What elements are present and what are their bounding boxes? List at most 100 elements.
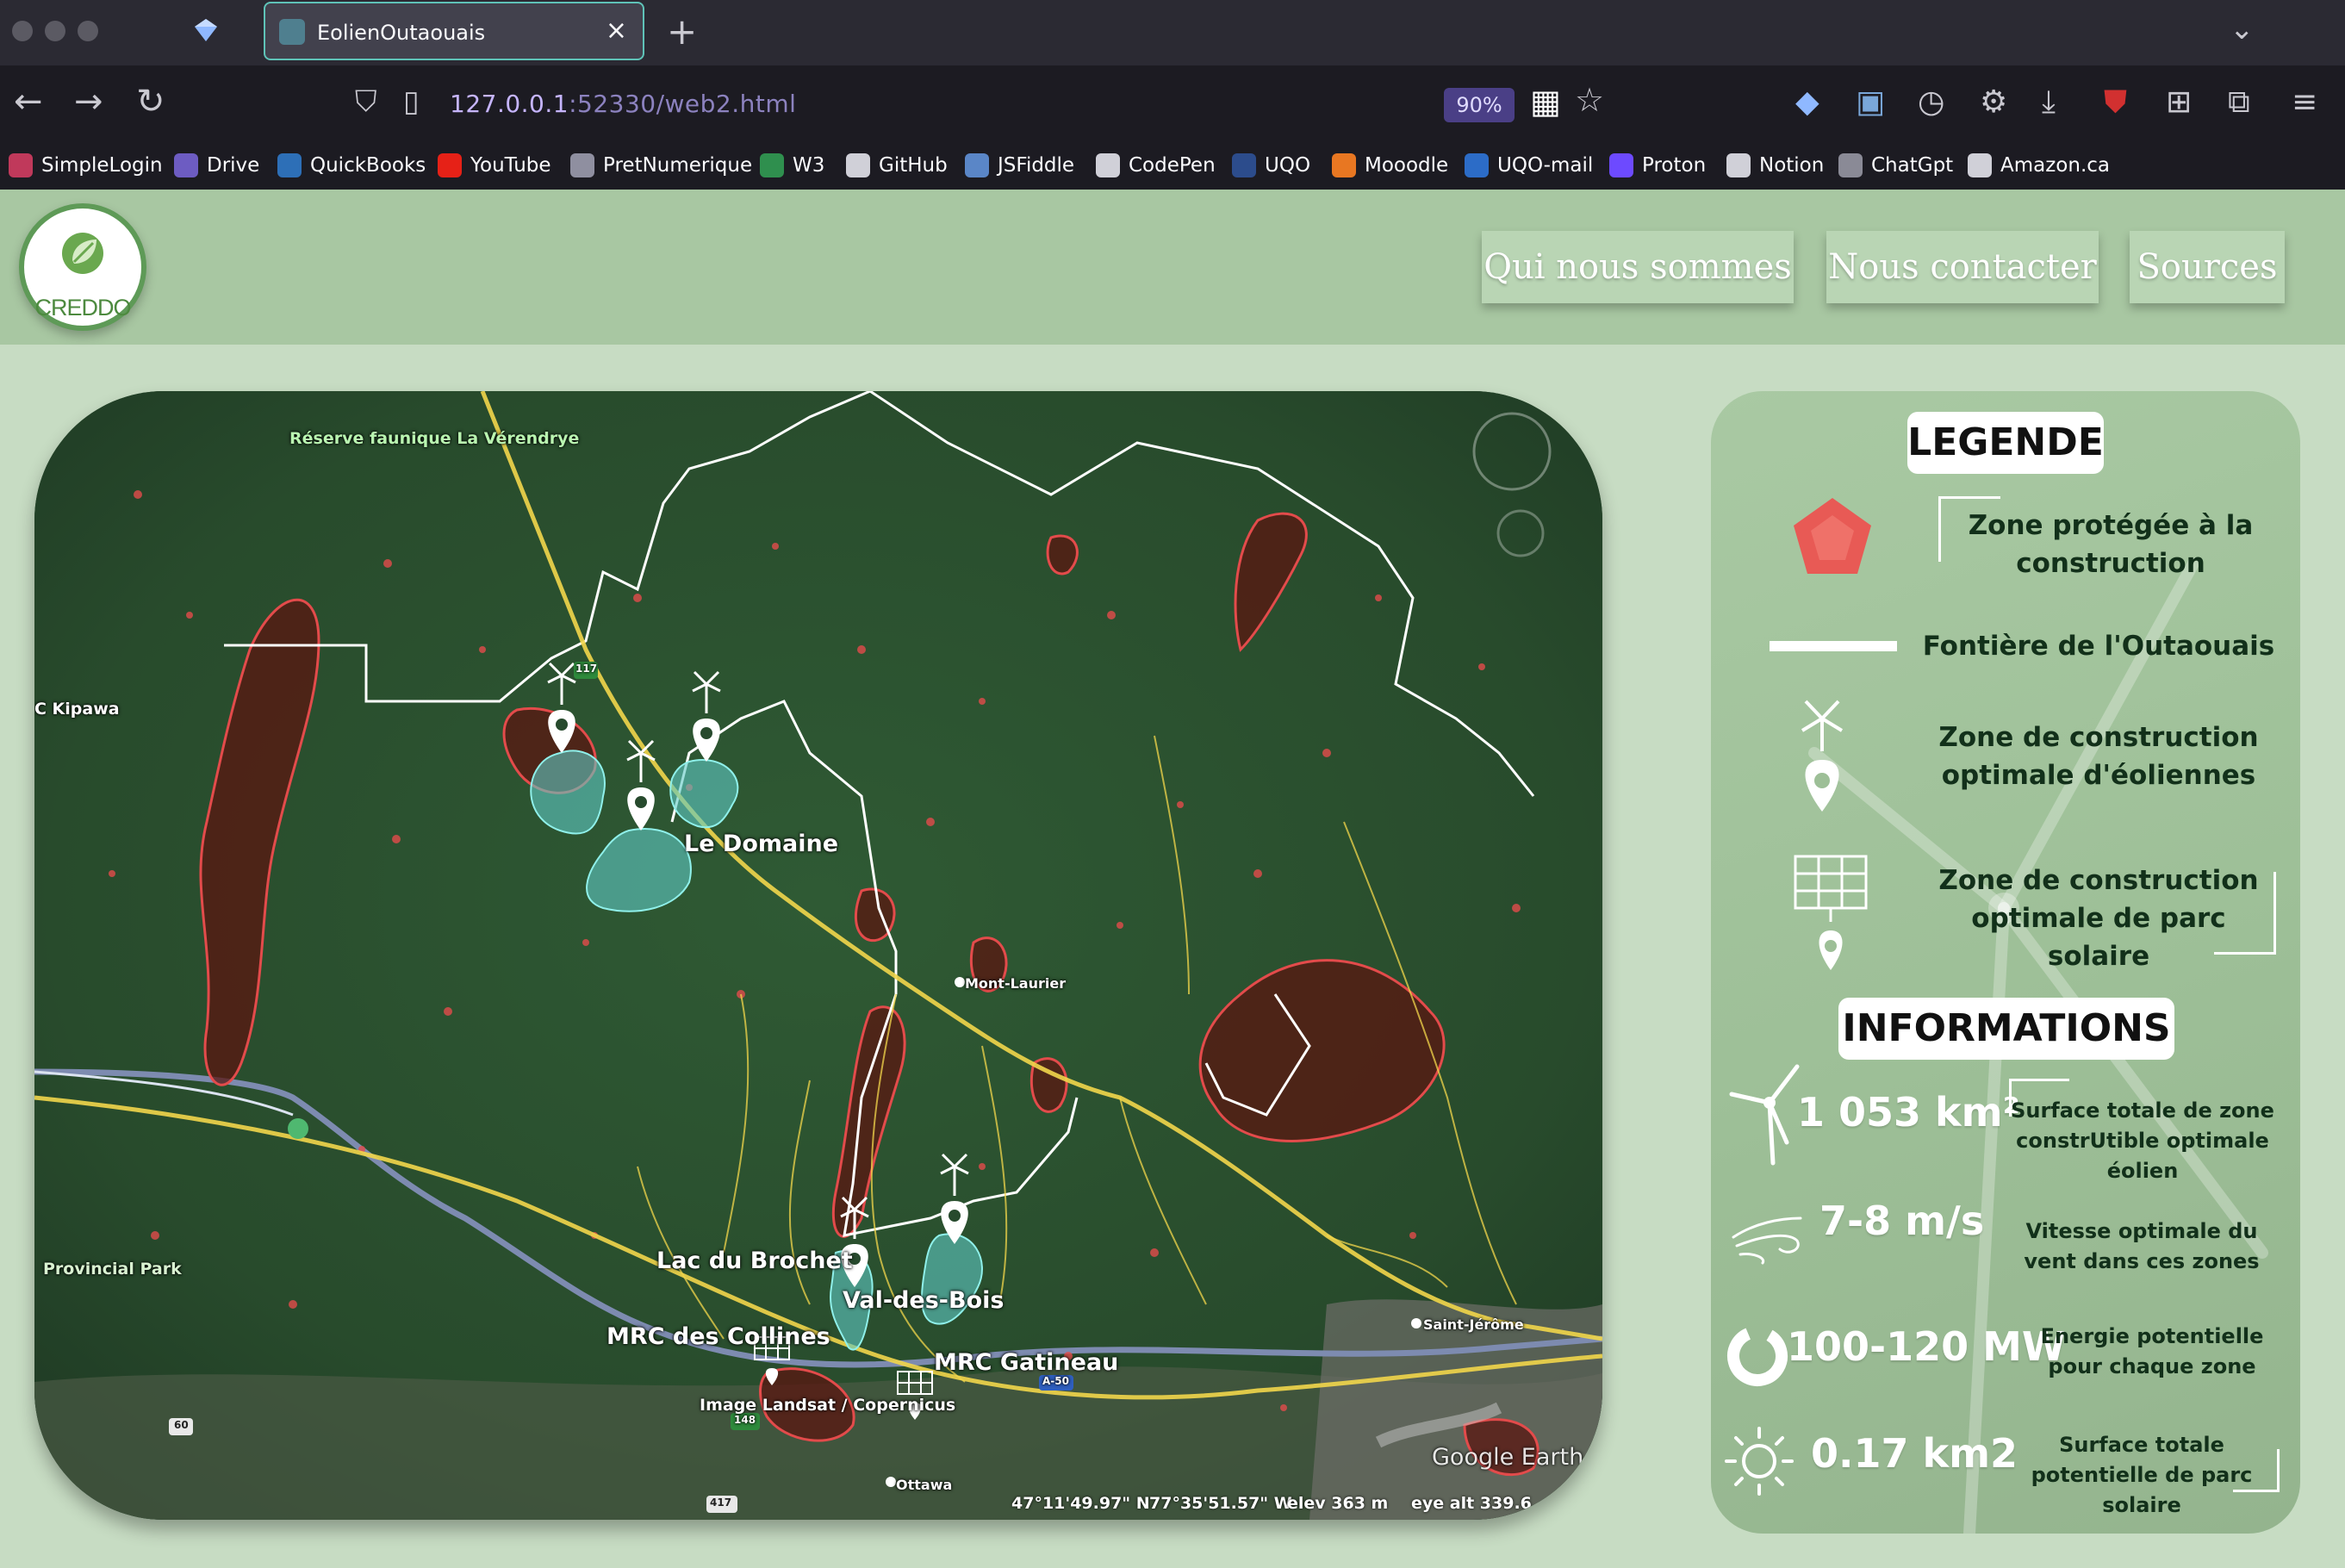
browser-tab-bar: EolienOutaouais × + ⌄: [0, 0, 2345, 65]
bookmark-drive[interactable]: Drive: [174, 150, 259, 181]
bookmark-uqo-mail[interactable]: UQO-mail: [1465, 150, 1593, 181]
bookmark-youtube[interactable]: YouTube: [438, 150, 551, 181]
github-icon: [846, 153, 870, 177]
tab-eolienoutaouais[interactable]: EolienOutaouais ×: [264, 2, 644, 60]
history-clock-icon[interactable]: ◷: [1918, 84, 1944, 120]
bookmark-label: QuickBooks: [310, 154, 426, 177]
label-ottawa: Ottawa: [896, 1477, 953, 1493]
solar-panel-pin-icon: [1794, 855, 1868, 970]
bracket-decoration: [2214, 872, 2276, 955]
w3-icon: [760, 153, 784, 177]
bookmark-label: SimpleLogin: [41, 154, 163, 177]
url-host: 127.0.0.1: [450, 90, 569, 118]
bookmark-github[interactable]: GitHub: [846, 150, 948, 181]
bookmark-notion[interactable]: Notion: [1726, 150, 1824, 181]
amazon-icon: [1968, 153, 1992, 177]
youtube-icon: [438, 153, 462, 177]
sun-icon: [1725, 1427, 1794, 1496]
info-desc-power: Energie potentielle pour chaque zone: [2040, 1324, 2264, 1378]
satellite-map[interactable]: Réserve faunique La Vérendrye C Kipawa P…: [34, 391, 1602, 1520]
canada-park-icon: [288, 1118, 308, 1139]
bookmark-quickbooks[interactable]: QuickBooks: [277, 150, 426, 181]
label-mrc-des-collines: MRC des Collines: [606, 1323, 830, 1350]
bookmark-star-icon[interactable]: ☆: [1575, 81, 1604, 119]
coord-latitude: 47°11'49.97" N: [1011, 1494, 1150, 1513]
reload-icon[interactable]: ↻: [136, 83, 165, 121]
window-zoom-dot[interactable]: [78, 21, 98, 41]
extensions-grid-icon[interactable]: ⊞: [2166, 84, 2192, 120]
bookmarks-bar: SimpleLogin Drive QuickBooks YouTube Pre…: [0, 141, 2345, 190]
bookmark-mooodle[interactable]: Mooodle: [1332, 150, 1448, 181]
tab-title: EolienOutaouais: [317, 21, 486, 45]
address-bar[interactable]: ⛉ ▯ 127.0.0.1:52330/web2.html 90% ▦ ☆: [343, 74, 1616, 133]
tracking-shield-icon[interactable]: ⛉: [355, 84, 377, 119]
qr-code-icon[interactable]: ▦: [1530, 83, 1561, 121]
bookmark-w3[interactable]: W3: [760, 150, 824, 181]
bookmark-jsfiddle[interactable]: JSFiddle: [965, 150, 1074, 181]
wind-turbine-pin-icon: [1801, 700, 1844, 812]
window-minimize-dot[interactable]: [45, 21, 65, 41]
bookmark-label: UQO-mail: [1497, 154, 1594, 177]
simplelogin-icon: [9, 153, 33, 177]
gem-extension-icon[interactable]: ◆: [1795, 84, 1819, 120]
saint-jerome-dot: [1411, 1318, 1421, 1328]
bookmark-label: GitHub: [879, 154, 948, 177]
bookmark-label: YouTube: [470, 154, 551, 177]
bookmark-amazon[interactable]: Amazon.ca: [1968, 150, 2110, 181]
bookmark-pretnumerique[interactable]: PretNumerique: [570, 150, 752, 181]
forward-arrow-icon[interactable]: →: [74, 83, 103, 121]
ottawa-dot: [886, 1477, 896, 1487]
label-lac-du-brochet: Lac du Brochet: [656, 1248, 853, 1274]
bookmark-label: Amazon.ca: [2000, 154, 2111, 177]
ublock-icon[interactable]: ⛊: [2104, 84, 2127, 121]
label-kipawa: C Kipawa: [34, 700, 120, 719]
back-arrow-icon[interactable]: ←: [14, 83, 43, 121]
bookmark-label: JSFiddle: [998, 154, 1075, 177]
info-value-solar-surface: 0.17 km2: [1811, 1430, 2018, 1477]
pinned-tab-gem-icon[interactable]: [191, 16, 221, 45]
download-icon[interactable]: ⤓: [2042, 84, 2056, 121]
url-path: :52330/web2.html: [569, 90, 797, 118]
uqo-icon: [1232, 153, 1256, 177]
info-value-wind-speed: 7-8 m/s: [1819, 1198, 1985, 1244]
map-attribution: Image Landsat / Copernicus: [700, 1396, 956, 1415]
legend-panel: LEGENDE Zone protégée à la construction …: [1711, 391, 2300, 1534]
bookmark-simplelogin[interactable]: SimpleLogin: [9, 150, 163, 181]
leaf-logo-icon: [62, 233, 103, 274]
proton-icon: [1609, 153, 1633, 177]
bookmark-label: ChatGpt: [1871, 154, 1954, 177]
bookmark-uqo[interactable]: UQO: [1232, 150, 1310, 181]
bookmark-chatgpt[interactable]: ChatGpt: [1838, 150, 1953, 181]
wind-icon: [1732, 1216, 1802, 1265]
bookmark-label: Drive: [207, 154, 260, 177]
bookmark-codepen[interactable]: CodePen: [1096, 150, 1216, 181]
mont-laurier-dot: [955, 977, 965, 987]
settings-gear-icon[interactable]: ⚙: [1980, 84, 2007, 120]
jsfiddle-icon: [965, 153, 989, 177]
zoom-level-badge[interactable]: 90%: [1444, 88, 1515, 122]
route-60-label: 60: [174, 1419, 189, 1431]
legend-title: LEGENDE: [1907, 412, 2104, 474]
info-desc-solar-surface: Surface totale potentielle de parc solai…: [2031, 1433, 2253, 1517]
nav-nous-contacter[interactable]: Nous contacter: [1826, 231, 2099, 303]
label-val-des-bois: Val-des-Bois: [843, 1287, 1005, 1314]
hamburger-menu-icon[interactable]: ≡: [2292, 84, 2317, 120]
nav-qui-nous-sommes[interactable]: Qui nous sommes: [1482, 231, 1794, 303]
page-icon: ▯: [403, 84, 420, 119]
window-close-dot[interactable]: [12, 21, 33, 41]
route-148-label: 148: [734, 1414, 756, 1426]
url-text[interactable]: 127.0.0.1:52330/web2.html: [450, 90, 796, 118]
label-reserve-verendrye: Réserve faunique La Vérendrye: [289, 429, 580, 448]
tab-close-icon[interactable]: ×: [606, 16, 627, 46]
pentagon-icon: [1794, 498, 1871, 574]
puzzle-extensions-icon[interactable]: ⧉: [2228, 84, 2250, 121]
new-tab-plus-icon[interactable]: +: [667, 10, 697, 53]
tab-list-chevron-icon[interactable]: ⌄: [2230, 12, 2255, 47]
border-line-icon: [1770, 641, 1897, 651]
google-earth-watermark: Google Earth: [1432, 1444, 1584, 1471]
nav-sources[interactable]: Sources: [2130, 231, 2285, 303]
s-extension-icon[interactable]: ▣: [1856, 84, 1885, 120]
route-a50-label: A-50: [1042, 1375, 1069, 1387]
bookmark-proton[interactable]: Proton: [1609, 150, 1706, 181]
creddo-logo[interactable]: CREDDO: [19, 203, 146, 331]
